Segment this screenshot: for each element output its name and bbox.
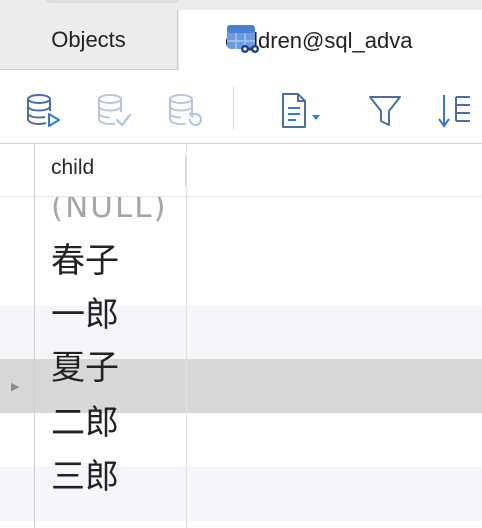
data-grid: (NULL) 春子 一郎 ▶ 夏子 二郎 三郎 child <box>0 144 482 528</box>
row-gutter-divider <box>34 144 35 528</box>
cell-child[interactable]: 二郎 <box>51 396 119 450</box>
column-header-row: child <box>0 144 482 197</box>
cell-child[interactable]: 一郎 <box>51 288 119 342</box>
table-row[interactable]: 一郎 <box>0 288 482 342</box>
begin-transaction-icon[interactable] <box>22 91 62 131</box>
chevron-down-icon <box>312 115 320 120</box>
cell-child[interactable]: 春子 <box>51 234 119 288</box>
toolbar <box>0 71 482 144</box>
row-marker-icon: ▶ <box>11 381 20 393</box>
tab-table-children[interactable]: children@sql_adva <box>179 10 482 71</box>
commit-icon[interactable] <box>93 91 133 131</box>
tab-bar: Objects children@sql_adva <box>0 0 482 71</box>
tab-edge <box>46 0 179 3</box>
cell-child[interactable]: 三郎 <box>51 450 119 504</box>
table-icon <box>227 25 259 53</box>
table-row[interactable]: 三郎 <box>0 450 482 504</box>
table-row[interactable]: 二郎 <box>0 396 482 450</box>
table-row[interactable]: 春子 <box>0 234 482 288</box>
rollback-icon[interactable] <box>164 91 204 131</box>
cell-child[interactable]: 夏子 <box>51 341 119 395</box>
sort-icon[interactable] <box>436 91 482 131</box>
column-gridline <box>186 144 187 528</box>
column-header-child[interactable]: child <box>51 156 94 180</box>
tab-objects[interactable]: Objects <box>0 10 178 70</box>
toolbar-separator <box>233 87 234 129</box>
filter-icon[interactable] <box>366 91 406 131</box>
text-view-icon[interactable] <box>278 91 326 131</box>
